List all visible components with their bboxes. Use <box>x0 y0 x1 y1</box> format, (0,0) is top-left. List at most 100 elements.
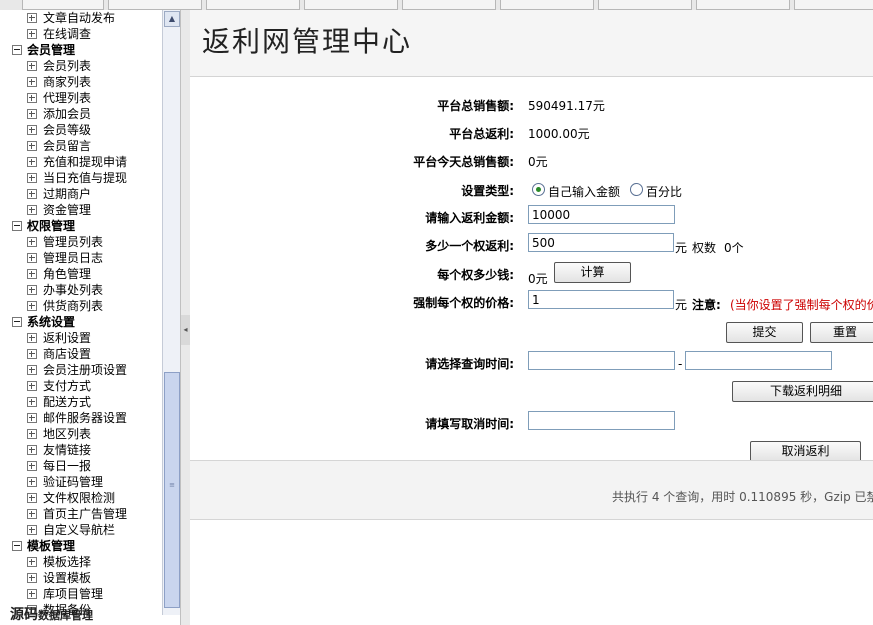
note-label: 注意: <box>692 298 721 312</box>
menu-category[interactable]: 权限管理 <box>0 218 162 234</box>
menu-item[interactable]: 文件权限检测 <box>0 490 162 506</box>
per-share-label: 多少一个权返利: <box>425 239 514 253</box>
menu-item[interactable]: 会员列表 <box>0 58 162 74</box>
menu-item[interactable]: 友情链接 <box>0 442 162 458</box>
menu-item[interactable]: 每日一报 <box>0 458 162 474</box>
top-tab[interactable] <box>108 0 202 10</box>
top-tab[interactable] <box>304 0 398 10</box>
query-end-input[interactable] <box>685 351 832 370</box>
top-tab[interactable] <box>598 0 692 10</box>
menu-item[interactable]: 商店设置 <box>0 346 162 362</box>
type-percent-radio[interactable] <box>630 183 643 196</box>
top-tab[interactable] <box>794 0 873 10</box>
menu-item[interactable]: 角色管理 <box>0 266 162 282</box>
page-icon <box>27 93 37 103</box>
download-rebate-button[interactable]: 下载返利明细 <box>732 381 873 402</box>
menu-item[interactable]: 配送方式 <box>0 394 162 410</box>
page-icon <box>27 237 37 247</box>
page-icon <box>27 413 37 423</box>
total-rebate-value: 1000.00元 <box>528 127 590 141</box>
type-label: 设置类型: <box>461 184 514 198</box>
collapse-icon[interactable] <box>12 541 22 551</box>
menu-item[interactable]: 当日充值与提现 <box>0 170 162 186</box>
menu-label: 当日充值与提现 <box>43 171 128 185</box>
menu-item[interactable]: 会员注册项设置 <box>0 362 162 378</box>
menu-item[interactable]: 管理员日志 <box>0 250 162 266</box>
page-icon <box>27 285 37 295</box>
main-panel: 返利网管理中心 平台总销售额: 590491.17元 平台总返利: 1000.0… <box>190 10 873 625</box>
menu-item[interactable]: 充值和提现申请 <box>0 154 162 170</box>
menu-item[interactable]: 添加会员 <box>0 106 162 122</box>
menu-item[interactable]: 商家列表 <box>0 74 162 90</box>
menu-item[interactable]: 设置模板 <box>0 570 162 586</box>
collapse-icon[interactable] <box>12 45 22 55</box>
menu-label: 友情链接 <box>43 443 92 457</box>
page-icon <box>27 173 37 183</box>
menu-item[interactable]: 办事处列表 <box>0 282 162 298</box>
top-tab[interactable] <box>402 0 496 10</box>
menu-item[interactable]: 会员留言 <box>0 138 162 154</box>
menu-item[interactable]: 过期商户 <box>0 186 162 202</box>
menu-item[interactable]: 管理员列表 <box>0 234 162 250</box>
menu-item[interactable]: 验证码管理 <box>0 474 162 490</box>
scrollbar-thumb[interactable]: ≡ <box>164 372 180 608</box>
submit-button[interactable]: 提交 <box>726 322 803 343</box>
money-per-share-value: 0元 <box>528 272 548 286</box>
menu-item[interactable]: 支付方式 <box>0 378 162 394</box>
per-share-input[interactable]: 500 <box>528 233 674 252</box>
menu-item[interactable]: 地区列表 <box>0 426 162 442</box>
menu-item[interactable]: 供货商列表 <box>0 298 162 314</box>
type-fixed-label: 自己输入金额 <box>548 185 621 199</box>
menu-label: 充值和提现申请 <box>43 155 128 169</box>
menu-item[interactable]: 邮件服务器设置 <box>0 410 162 426</box>
menu-label: 配送方式 <box>43 395 92 409</box>
top-tab[interactable] <box>696 0 790 10</box>
total-rebate-label: 平台总返利: <box>449 127 514 141</box>
menu-item[interactable]: 会员等级 <box>0 122 162 138</box>
menu-category[interactable]: 模板管理 <box>0 538 162 554</box>
menu-label: 管理员列表 <box>43 235 104 249</box>
menu-label: 办事处列表 <box>43 283 104 297</box>
menu-item[interactable]: 首页主广告管理 <box>0 506 162 522</box>
page-icon <box>27 525 37 535</box>
menu-label: 会员列表 <box>43 59 92 73</box>
cancel-time-input[interactable] <box>528 411 675 430</box>
menu-label: 会员留言 <box>43 139 92 153</box>
reset-button[interactable]: 重置 <box>810 322 873 343</box>
collapse-icon[interactable] <box>12 221 22 231</box>
type-fixed-radio[interactable] <box>532 183 545 196</box>
query-start-input[interactable] <box>528 351 675 370</box>
menu-item[interactable]: 返利设置 <box>0 330 162 346</box>
scroll-up-arrow-icon[interactable]: ▲ <box>164 11 180 27</box>
menu-item[interactable]: 在线调查 <box>0 26 162 42</box>
menu-item[interactable]: 库项目管理 <box>0 586 162 602</box>
top-tab[interactable] <box>500 0 594 10</box>
rebate-amount-label: 请输入返利金额: <box>425 211 514 225</box>
menu-label: 供货商列表 <box>43 299 104 313</box>
menu-item[interactable]: 资金管理 <box>0 202 162 218</box>
top-tab[interactable] <box>206 0 300 10</box>
menu-category[interactable]: 系统设置 <box>0 314 162 330</box>
menu-label: 代理列表 <box>43 91 92 105</box>
menu-tree: 文章自动发布 在线调查 会员管理 会员列表 商家列表 代理列表 添加会员 会员等级 会员留言充值… <box>0 10 162 618</box>
menu-item[interactable]: 自定义导航栏 <box>0 522 162 538</box>
menu-category[interactable]: 会员管理 <box>0 42 162 58</box>
page-icon <box>27 109 37 119</box>
calculate-button[interactable]: 计算 <box>554 262 631 283</box>
page-icon <box>27 269 37 279</box>
page-icon <box>27 573 37 583</box>
collapse-arrow-icon[interactable]: ◂ <box>181 315 190 345</box>
top-tab[interactable] <box>22 0 104 10</box>
rebate-amount-input[interactable]: 10000 <box>528 205 675 224</box>
force-price-input[interactable]: 1 <box>528 290 674 309</box>
page-icon <box>27 141 37 151</box>
collapse-icon[interactable] <box>12 317 22 327</box>
menu-label: 管理员日志 <box>43 251 104 265</box>
money-per-share-label: 每个权多少钱: <box>437 268 514 282</box>
cancel-rebate-button[interactable]: 取消返利 <box>750 441 861 462</box>
menu-item[interactable]: 代理列表 <box>0 90 162 106</box>
sidebar-scrollbar[interactable]: ▲ ≡ <box>162 10 180 615</box>
menu-item[interactable]: 文章自动发布 <box>0 10 162 26</box>
menu-item[interactable]: 模板选择 <box>0 554 162 570</box>
page-footer: 共执行 4 个查询，用时 0.110895 秒，Gzip 已禁 <box>190 460 873 520</box>
